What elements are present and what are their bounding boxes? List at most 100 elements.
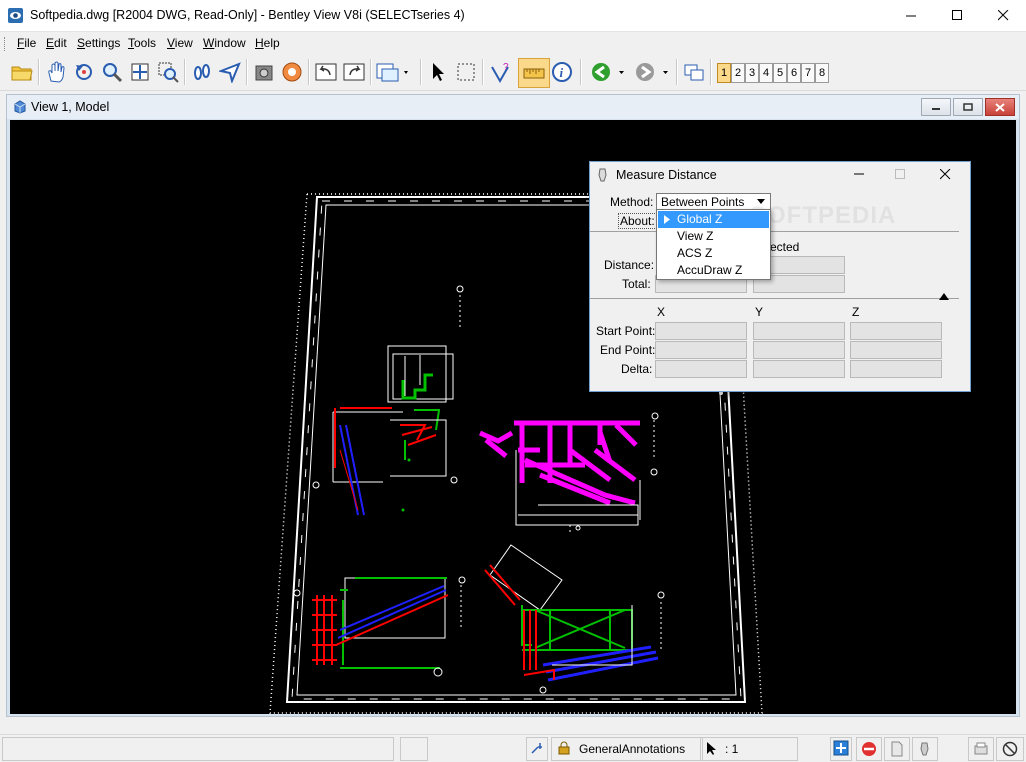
view-button-8[interactable]: 8 — [815, 63, 829, 83]
view-button-1[interactable]: 1 — [717, 63, 731, 83]
open-folder-icon[interactable] — [10, 60, 34, 84]
close-icon — [939, 168, 950, 179]
start-y-field[interactable] — [753, 322, 845, 340]
start-z-field[interactable] — [850, 322, 942, 340]
no-entry-icon — [862, 742, 876, 756]
dialog-close-button[interactable] — [930, 162, 960, 186]
delta-y-field[interactable] — [753, 360, 845, 378]
maximize-button[interactable] — [934, 0, 980, 31]
dropdown-item-accudraw-z[interactable]: AccuDraw Z — [658, 262, 769, 279]
caret-right-icon — [664, 215, 670, 224]
document-icon — [891, 741, 903, 757]
bentley-app-icon[interactable] — [8, 8, 23, 23]
dropdown-item-view-z[interactable]: View Z — [658, 228, 769, 245]
menu-help[interactable]: Help — [255, 36, 280, 50]
view-groups-icon[interactable] — [682, 60, 706, 84]
active-level-panel[interactable]: GeneralAnnotations — [551, 737, 703, 761]
dropdown-item-acs-z[interactable]: ACS Z — [658, 245, 769, 262]
view-button-6[interactable]: 6 — [787, 63, 801, 83]
delta-x-field[interactable] — [655, 360, 747, 378]
pan-hand-icon[interactable] — [44, 60, 68, 84]
lock-icon — [558, 741, 570, 755]
select-box-icon[interactable] — [454, 60, 478, 84]
svg-text:?: ? — [503, 62, 509, 73]
dialog-title: Measure Distance — [616, 168, 717, 182]
active-level-text: GeneralAnnotations — [579, 742, 686, 756]
grid-snap-icon — [833, 740, 849, 756]
status-icon-panel-1[interactable] — [830, 737, 852, 761]
selection-count-text: : 1 — [725, 742, 739, 756]
minimize-icon — [854, 173, 864, 175]
view-button-7[interactable]: 7 — [801, 63, 815, 83]
start-point-label: Start Point: — [596, 324, 656, 338]
svg-text:i: i — [560, 65, 564, 80]
close-button[interactable] — [980, 0, 1026, 31]
detail-magenta-outline — [515, 412, 659, 533]
status-icon-panel-5[interactable] — [968, 737, 994, 761]
redo-view-icon[interactable] — [342, 60, 366, 84]
undo-view-icon[interactable] — [314, 60, 338, 84]
view-button-3[interactable]: 3 — [745, 63, 759, 83]
menubar-grip[interactable] — [4, 37, 7, 51]
forward-icon[interactable] — [634, 60, 672, 84]
menu-settings[interactable]: Settings — [77, 36, 120, 50]
camera-icon[interactable] — [252, 60, 276, 84]
view-restore-button[interactable] — [953, 98, 983, 116]
selection-count-panel[interactable]: : 1 — [700, 737, 798, 761]
rotate-view-icon[interactable] — [72, 60, 96, 84]
status-icon-panel-3[interactable] — [884, 737, 910, 761]
watermark: SOFTPEDIA — [750, 202, 897, 229]
status-icon-panel-2[interactable] — [856, 737, 882, 761]
render-icon[interactable] — [280, 60, 304, 84]
info-icon[interactable]: i — [550, 60, 574, 84]
snap-mode-panel[interactable] — [526, 737, 548, 761]
minimize-icon — [932, 108, 940, 110]
start-x-field[interactable] — [655, 322, 747, 340]
end-y-field[interactable] — [753, 341, 845, 359]
collapse-arrow-icon[interactable] — [939, 293, 949, 301]
maximize-icon — [951, 10, 962, 20]
end-z-field[interactable] — [850, 341, 942, 359]
status-icon-panel-4[interactable] — [912, 737, 938, 761]
view-button-4[interactable]: 4 — [759, 63, 773, 83]
walk-icon[interactable] — [190, 60, 214, 84]
measure-icon[interactable] — [518, 58, 550, 88]
minimize-icon — [905, 15, 916, 17]
fit-view-icon[interactable] — [128, 60, 152, 84]
delta-z-field[interactable] — [850, 360, 942, 378]
select-element-icon[interactable] — [426, 60, 450, 84]
dialog-minimize-button[interactable] — [845, 162, 873, 186]
query-icon[interactable]: ? — [488, 60, 512, 84]
menu-tools[interactable]: Tools — [128, 36, 156, 50]
navigate-icon[interactable] — [218, 60, 242, 84]
close-icon — [997, 10, 1008, 21]
block-icon — [1002, 741, 1018, 757]
view-minimize-button[interactable] — [921, 98, 951, 116]
select-arrow-icon — [707, 742, 716, 755]
menu-bar: File Edit Settings Tools View Window Hel… — [0, 32, 1026, 54]
dialog-maximize-button[interactable] — [886, 162, 914, 186]
window-title: Softpedia.dwg [R2004 DWG, Read-Only] - B… — [30, 8, 465, 22]
total-label: Total: — [622, 277, 651, 291]
about-label: About: — [618, 213, 657, 229]
menu-window[interactable]: Window — [203, 36, 246, 50]
dropdown-item-global-z[interactable]: Global Z — [658, 211, 769, 228]
status-icon-panel-6[interactable] — [996, 737, 1024, 761]
menu-edit[interactable]: Edit — [46, 36, 67, 50]
window-area-icon[interactable] — [156, 60, 180, 84]
detail-left-stair — [312, 407, 458, 516]
view-settings-icon[interactable] — [376, 60, 412, 84]
end-x-field[interactable] — [655, 341, 747, 359]
back-icon[interactable] — [590, 60, 628, 84]
minimize-button[interactable] — [888, 0, 934, 31]
view-close-button[interactable] — [985, 98, 1015, 116]
distance-label: Distance: — [604, 258, 655, 272]
view-button-5[interactable]: 5 — [773, 63, 787, 83]
view-cube-icon — [14, 100, 26, 114]
detail-bottom-right — [484, 544, 665, 694]
zoom-icon[interactable] — [100, 60, 124, 84]
view-title-bar[interactable]: View 1, Model — [7, 95, 1019, 119]
menu-view[interactable]: View — [167, 36, 193, 50]
view-button-2[interactable]: 2 — [731, 63, 745, 83]
menu-file[interactable]: File — [17, 36, 36, 50]
